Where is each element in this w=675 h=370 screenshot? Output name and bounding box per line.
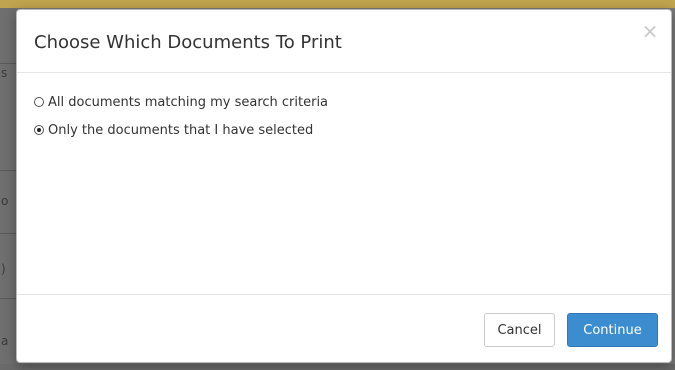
background-page-header xyxy=(0,0,675,8)
dialog-body: All documents matching my search criteri… xyxy=(34,94,654,150)
cancel-button[interactable]: Cancel xyxy=(484,313,555,347)
dialog-title: Choose Which Documents To Print xyxy=(34,32,342,53)
dialog-footer: Cancel Continue xyxy=(17,294,671,362)
background-text-fragment: ) xyxy=(1,262,6,276)
dialog-header: Choose Which Documents To Print × xyxy=(17,10,671,73)
radio-unchecked-icon[interactable] xyxy=(34,97,44,107)
option-selected-only[interactable]: Only the documents that I have selected xyxy=(34,122,654,138)
option-label: Only the documents that I have selected xyxy=(48,122,314,138)
option-all-matching[interactable]: All documents matching my search criteri… xyxy=(34,94,654,110)
radio-checked-icon[interactable] xyxy=(34,125,44,135)
background-text-fragment: a xyxy=(1,334,9,348)
background-text-fragment: s xyxy=(1,66,8,80)
continue-button[interactable]: Continue xyxy=(567,313,658,347)
option-label: All documents matching my search criteri… xyxy=(48,94,329,110)
background-page-footer xyxy=(0,364,675,370)
print-documents-dialog: Choose Which Documents To Print × All do… xyxy=(16,9,672,363)
background-text-fragment: o xyxy=(1,194,9,208)
close-icon[interactable]: × xyxy=(641,21,659,41)
